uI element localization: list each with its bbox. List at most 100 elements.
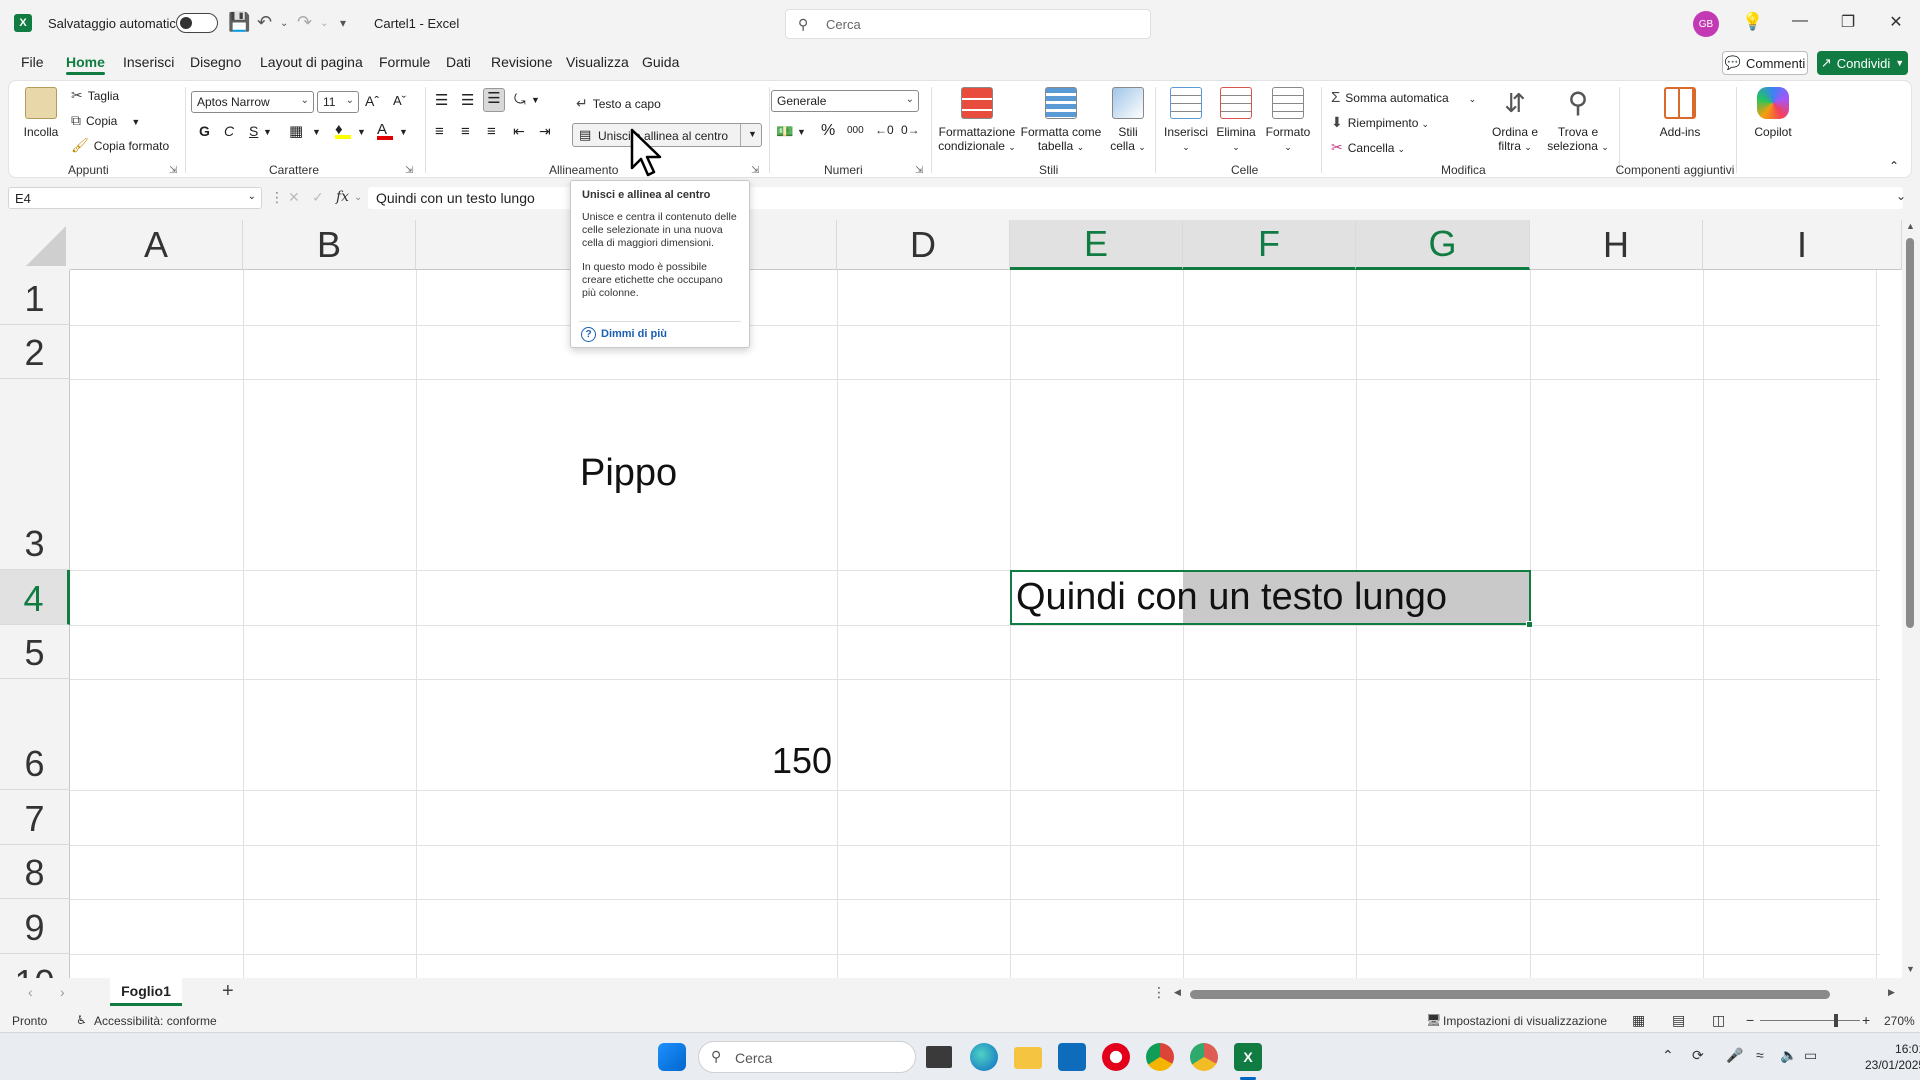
italic-button[interactable]: C — [224, 123, 234, 139]
chrome-profile-icon[interactable] — [1190, 1043, 1218, 1071]
paste-button[interactable]: Incolla — [21, 87, 61, 139]
chevron-down-icon[interactable]: ▼ — [399, 127, 408, 137]
horizontal-scrollbar[interactable]: ◀ ▶ — [1170, 987, 1900, 1000]
cell-styles-button[interactable]: Stili cella ⌄ — [1107, 87, 1149, 153]
decrease-font-icon[interactable]: Aˇ — [393, 93, 406, 108]
tab-dati[interactable]: Dati — [446, 54, 471, 70]
decrease-indent-icon[interactable]: ⇤ — [513, 123, 525, 140]
clear-button[interactable]: ✂ Cancella ⌄ — [1331, 139, 1405, 156]
fill-handle[interactable] — [1526, 621, 1533, 628]
row-header-5[interactable]: 5 — [0, 625, 70, 679]
select-all-corner[interactable] — [0, 220, 70, 270]
tell-me-more-link[interactable]: ? Dimmi di più — [581, 327, 667, 342]
page-break-view-icon[interactable]: ◫ — [1712, 1012, 1725, 1029]
row-header-4[interactable]: 4 — [0, 570, 70, 625]
chrome-icon[interactable] — [1146, 1043, 1174, 1071]
collapse-ribbon-icon[interactable]: ⌃ — [1889, 159, 1899, 173]
chevron-down-icon[interactable]: ▼ — [797, 127, 806, 137]
search-box[interactable]: ⚲ Cerca — [785, 9, 1151, 39]
scroll-down-icon[interactable]: ▼ — [1906, 964, 1915, 974]
tab-file[interactable]: File — [21, 54, 44, 70]
column-header-h[interactable]: H — [1530, 220, 1703, 270]
display-settings-button[interactable]: Impostazioni di visualizzazione — [1443, 1014, 1607, 1028]
show-hidden-icons-icon[interactable]: ⌃ — [1662, 1047, 1674, 1064]
chevron-down-icon[interactable]: ▼ — [263, 127, 272, 137]
edge-icon[interactable] — [970, 1043, 998, 1071]
cell-c6[interactable]: 150 — [772, 740, 832, 782]
share-button[interactable]: ↗ Condividi ▼ — [1817, 51, 1908, 75]
wrap-text-button[interactable]: ↵ Testo a capo — [576, 95, 661, 112]
excel-taskbar-icon[interactable]: X — [1234, 1043, 1262, 1071]
tab-disegno[interactable]: Disegno — [190, 54, 241, 70]
cut-button[interactable]: ✂ Taglia — [71, 87, 119, 104]
vertical-scrollbar[interactable]: ▲ ▼ — [1902, 220, 1920, 978]
redo-icon[interactable]: ↷ — [297, 12, 312, 33]
tab-inserisci[interactable]: Inserisci — [123, 54, 174, 70]
customize-toolbar-icon[interactable]: ▾ — [340, 16, 346, 30]
column-header-g[interactable]: G — [1356, 220, 1530, 270]
row-header-10[interactable]: 10 — [0, 954, 70, 978]
chevron-down-icon[interactable]: ⌄ — [354, 192, 362, 203]
accessibility-status[interactable]: Accessibilità: conforme — [94, 1014, 217, 1028]
font-size-select[interactable]: 11 ⌄ — [317, 91, 359, 113]
tab-home[interactable]: Home — [66, 54, 105, 75]
bold-button[interactable]: G — [199, 123, 210, 139]
fill-button[interactable]: ⬇ Riempimento ⌄ — [1331, 114, 1429, 131]
tab-guida[interactable]: Guida — [642, 54, 679, 70]
column-header-d[interactable]: D — [837, 220, 1010, 270]
sync-icon[interactable]: ⟳ — [1692, 1047, 1704, 1064]
minimize-icon[interactable]: — — [1780, 12, 1820, 30]
cancel-icon[interactable]: ✕ — [288, 189, 300, 206]
lightbulb-icon[interactable]: 💡 — [1742, 12, 1763, 32]
align-bottom-icon[interactable]: ☰ — [483, 88, 505, 112]
row-header-2[interactable]: 2 — [0, 325, 70, 379]
dialog-launcher-icon[interactable]: ⇲ — [169, 165, 177, 176]
outlook-icon[interactable] — [1058, 1043, 1086, 1071]
chevron-down-icon[interactable]: ▼ — [357, 127, 366, 137]
number-format-select[interactable]: Generale ⌄ — [771, 90, 919, 112]
zoom-slider-thumb[interactable] — [1834, 1014, 1838, 1027]
battery-icon[interactable]: ▭ — [1804, 1047, 1817, 1064]
column-header-i[interactable]: I — [1703, 220, 1902, 270]
expand-formula-icon[interactable]: ⌄ — [1896, 189, 1906, 203]
zoom-in-icon[interactable]: + — [1862, 1012, 1870, 1028]
delete-cells-button[interactable]: Elimina ⌄ — [1213, 87, 1259, 153]
align-middle-icon[interactable]: ☰ — [461, 91, 474, 109]
zoom-out-icon[interactable]: − — [1746, 1012, 1754, 1028]
page-layout-view-icon[interactable]: ▤ — [1672, 1012, 1685, 1029]
insert-function-icon[interactable]: fx — [336, 189, 349, 205]
align-top-icon[interactable]: ☰ — [435, 91, 448, 109]
enter-icon[interactable]: ✓ — [312, 189, 324, 206]
row-header-1[interactable]: 1 — [0, 270, 70, 325]
increase-font-icon[interactable]: Aˆ — [365, 93, 379, 109]
horizontal-scroll-thumb[interactable] — [1190, 990, 1830, 999]
orientation-icon[interactable]: ⤿ — [514, 91, 526, 108]
increase-indent-icon[interactable]: ⇥ — [539, 123, 551, 140]
undo-dropdown-icon[interactable]: ⌄ — [280, 18, 288, 29]
more-icon[interactable]: ⋮ — [1152, 984, 1166, 1001]
dialog-launcher-icon[interactable]: ⇲ — [405, 165, 413, 176]
align-center-icon[interactable]: ≡ — [461, 123, 470, 140]
column-header-f[interactable]: F — [1183, 220, 1356, 270]
scroll-up-icon[interactable]: ▲ — [1906, 221, 1915, 231]
add-sheet-button[interactable]: + — [222, 980, 234, 1003]
maximize-icon[interactable]: ❐ — [1828, 12, 1868, 32]
more-icon[interactable]: ⋮ — [270, 189, 284, 206]
row-header-9[interactable]: 9 — [0, 899, 70, 954]
opera-icon[interactable] — [1102, 1043, 1130, 1071]
tab-formule[interactable]: Formule — [379, 54, 430, 70]
row-header-8[interactable]: 8 — [0, 845, 70, 899]
name-box[interactable]: E4 ⌄ — [8, 187, 262, 209]
close-icon[interactable]: ✕ — [1876, 12, 1916, 32]
format-as-table-button[interactable]: Formatta come tabella ⌄ — [1019, 87, 1103, 153]
prev-sheet-icon[interactable]: ‹ — [28, 984, 33, 1000]
merge-center-button[interactable]: ▤ Unisci e allinea al centro ▼ — [572, 123, 762, 147]
insert-cells-button[interactable]: Inserisci ⌄ — [1163, 87, 1209, 153]
row-header-6[interactable]: 6 — [0, 679, 70, 790]
task-view-icon[interactable] — [926, 1046, 952, 1068]
sort-filter-button[interactable]: ⇵ Ordina e filtra ⌄ — [1487, 87, 1543, 153]
chevron-down-icon[interactable]: ▼ — [748, 129, 757, 139]
scroll-left-icon[interactable]: ◀ — [1174, 987, 1181, 998]
microphone-icon[interactable]: 🎤 — [1726, 1047, 1743, 1064]
column-header-e[interactable]: E — [1010, 220, 1183, 270]
